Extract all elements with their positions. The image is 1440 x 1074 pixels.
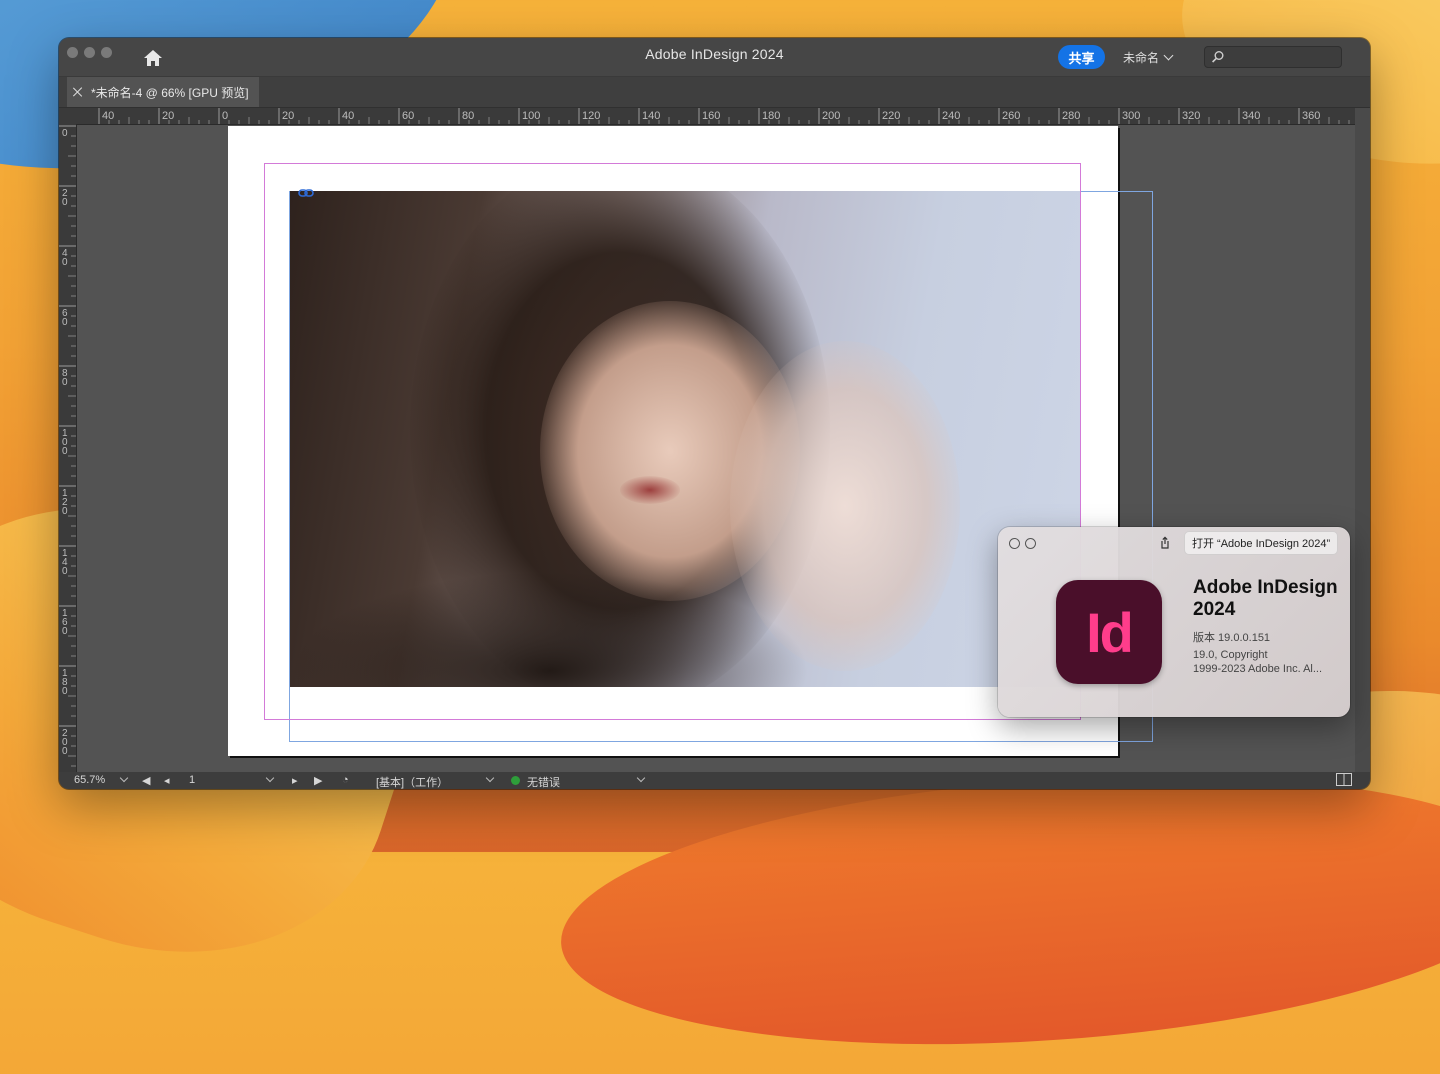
ruler-label: 20 (162, 110, 174, 122)
ruler-label: 60 (402, 110, 414, 122)
app-copyright: 19.0, Copyright 1999-2023 Adobe Inc. Al.… (1193, 648, 1343, 676)
ruler-label: 260 (1002, 110, 1020, 122)
margin-guide (264, 163, 1081, 720)
chevron-down-icon[interactable] (119, 773, 129, 783)
prev-page-icon[interactable]: ◂ (164, 774, 170, 787)
ruler-label: 100 (522, 110, 540, 122)
close-icon[interactable] (73, 87, 83, 97)
next-page-icon[interactable]: ▸ (292, 774, 298, 787)
expand-popup-button[interactable] (1025, 538, 1036, 549)
ruler-label: 320 (1182, 110, 1200, 122)
ruler-label: 280 (1062, 110, 1080, 122)
search-icon (1211, 50, 1225, 64)
workspace-label: 未命名 (1123, 50, 1160, 65)
status-bar: 65.7% ◀︎ ◂ 1 ▸ ▶︎ ◔ [基本]（工作） 无错误 (59, 772, 1370, 789)
ruler-origin[interactable] (59, 108, 78, 125)
ruler-label: 160 (702, 110, 720, 122)
indesign-app-icon: Id (1056, 580, 1162, 684)
vertical-ruler[interactable]: 020406080100120140160180200 (59, 124, 77, 777)
ruler-label: 40 (102, 110, 114, 122)
first-page-icon[interactable]: ◀︎ (142, 774, 150, 787)
panel-toggle-icon[interactable] (1336, 773, 1352, 789)
preflight-label[interactable]: 无错误 (527, 774, 560, 789)
ruler-label: 0 (62, 377, 68, 388)
ruler-label: 0 (62, 197, 68, 208)
search-input[interactable] (1204, 46, 1342, 68)
ruler-label: 0 (62, 128, 68, 139)
ruler-label: 0 (222, 110, 228, 122)
ruler-label: 340 (1242, 110, 1260, 122)
ruler-label: 0 (62, 686, 68, 697)
ruler-label: 20 (282, 110, 294, 122)
ruler-label: 120 (582, 110, 600, 122)
ruler-label: 240 (942, 110, 960, 122)
ruler-label: 140 (642, 110, 660, 122)
chevron-down-icon[interactable] (636, 773, 646, 783)
app-version: 版本 19.0.0.151 (1193, 632, 1271, 644)
copyright-line: 19.0, Copyright (1193, 649, 1268, 661)
ruler-label: 0 (62, 746, 68, 757)
title-bar: Adobe InDesign 2024 共享 未命名 (59, 38, 1370, 77)
ruler-label: 200 (822, 110, 840, 122)
share-button[interactable]: 共享 (1058, 45, 1105, 69)
horizontal-ruler[interactable]: 40 20 0 20 40 60 80 100 120 140 160 180 200 220 240 260… (77, 108, 1355, 125)
ruler-label: 180 (762, 110, 780, 122)
document-tab-bar: *未命名-4 @ 66% [GPU 预览] (59, 77, 1370, 108)
preflight-status-icon (511, 776, 520, 785)
page-number[interactable]: 1 (189, 774, 195, 786)
ruler-label: 300 (1122, 110, 1140, 122)
open-app-button[interactable]: 打开 “Adobe InDesign 2024” (1184, 531, 1339, 555)
close-popup-button[interactable] (1009, 538, 1020, 549)
app-name: Adobe InDesign 2024 (1193, 577, 1338, 620)
ruler-label: 0 (62, 626, 68, 637)
master-label[interactable]: [基本]（工作） (376, 774, 448, 789)
chevron-down-icon[interactable] (485, 773, 495, 783)
zoom-level[interactable]: 65.7% (74, 774, 105, 786)
tab-label: *未命名-4 @ 66% [GPU 预览] (91, 85, 249, 100)
ruler-label: 0 (62, 566, 68, 577)
horizontal-ruler-ticks: 40 20 0 20 40 60 80 100 120 140 160 180 200 220 240 260… (98, 108, 1350, 124)
link-icon[interactable] (298, 185, 314, 197)
wallpaper-shape (552, 746, 1440, 1074)
ruler-label: 360 (1302, 110, 1320, 122)
ruler-label: 40 (342, 110, 354, 122)
copyright-line: 1999-2023 Adobe Inc. Al... (1193, 663, 1323, 675)
ruler-label: 0 (62, 506, 68, 517)
ruler-label: 0 (62, 317, 68, 328)
chevron-down-icon[interactable] (265, 773, 275, 783)
ruler-label: 220 (882, 110, 900, 122)
vertical-scrollbar[interactable] (1355, 108, 1370, 772)
ruler-label: 0 (62, 446, 68, 457)
share-icon[interactable] (1158, 536, 1172, 550)
workspace-switcher[interactable]: 未命名 (1117, 46, 1178, 68)
last-page-icon[interactable]: ▶︎ (314, 774, 322, 787)
chevron-down-icon (1163, 50, 1174, 61)
ruler-label: 0 (62, 257, 68, 268)
about-popup: 打开 “Adobe InDesign 2024” Id Adobe InDesi… (998, 527, 1350, 717)
preview-icon[interactable]: ◔ (342, 774, 349, 786)
ruler-label: 80 (462, 110, 474, 122)
tab-document[interactable]: *未命名-4 @ 66% [GPU 预览] (67, 77, 259, 107)
vertical-ruler-ticks: 020406080100120140160180200 (59, 125, 76, 777)
